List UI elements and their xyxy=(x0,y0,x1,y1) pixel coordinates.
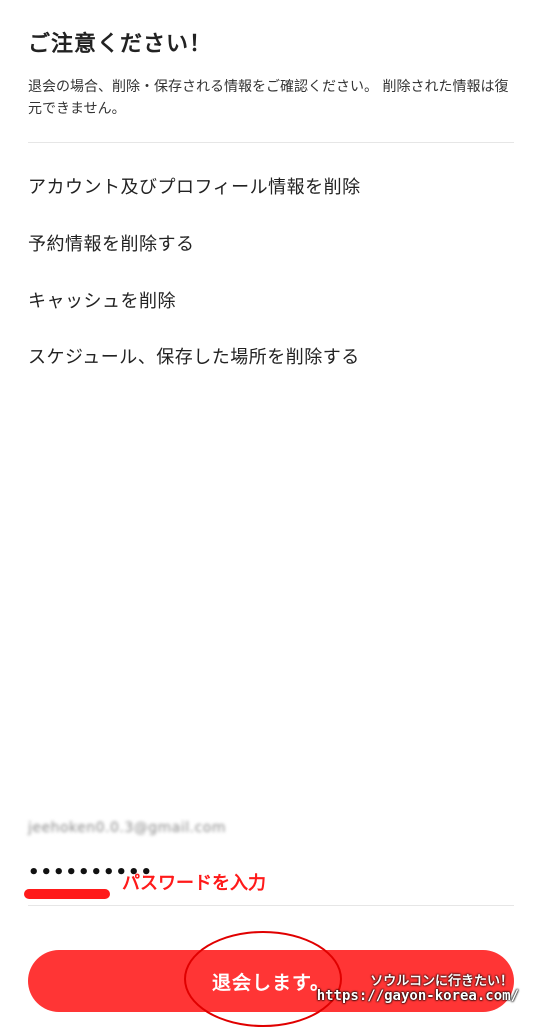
deletion-item-account: アカウント及びプロフィール情報を削除 xyxy=(28,177,361,198)
warning-description: 退会の場合、削除・保存される情報をご確認ください。 削除された情報は復元できませ… xyxy=(28,79,509,117)
annotation-circle xyxy=(184,931,342,1027)
deletion-item-reservation: 予約情報を削除する xyxy=(28,234,195,255)
deletion-item-cash: キャッシュを削除 xyxy=(28,291,176,312)
page-title: ご注意ください！ xyxy=(28,32,213,57)
watermark-caption: ソウルコンに行きたい！ xyxy=(370,974,513,989)
email-display: jeehoken0.0.3@gmail.com xyxy=(28,820,227,836)
divider xyxy=(28,905,514,906)
password-annotation: パスワードを入力 xyxy=(122,873,266,894)
deletion-item-schedule: スケジュール、保存した場所を削除する xyxy=(28,347,360,368)
watermark-url: https://gayon-korea.com/ xyxy=(316,988,519,1004)
divider xyxy=(28,142,514,143)
password-highlight-underline xyxy=(24,889,110,899)
